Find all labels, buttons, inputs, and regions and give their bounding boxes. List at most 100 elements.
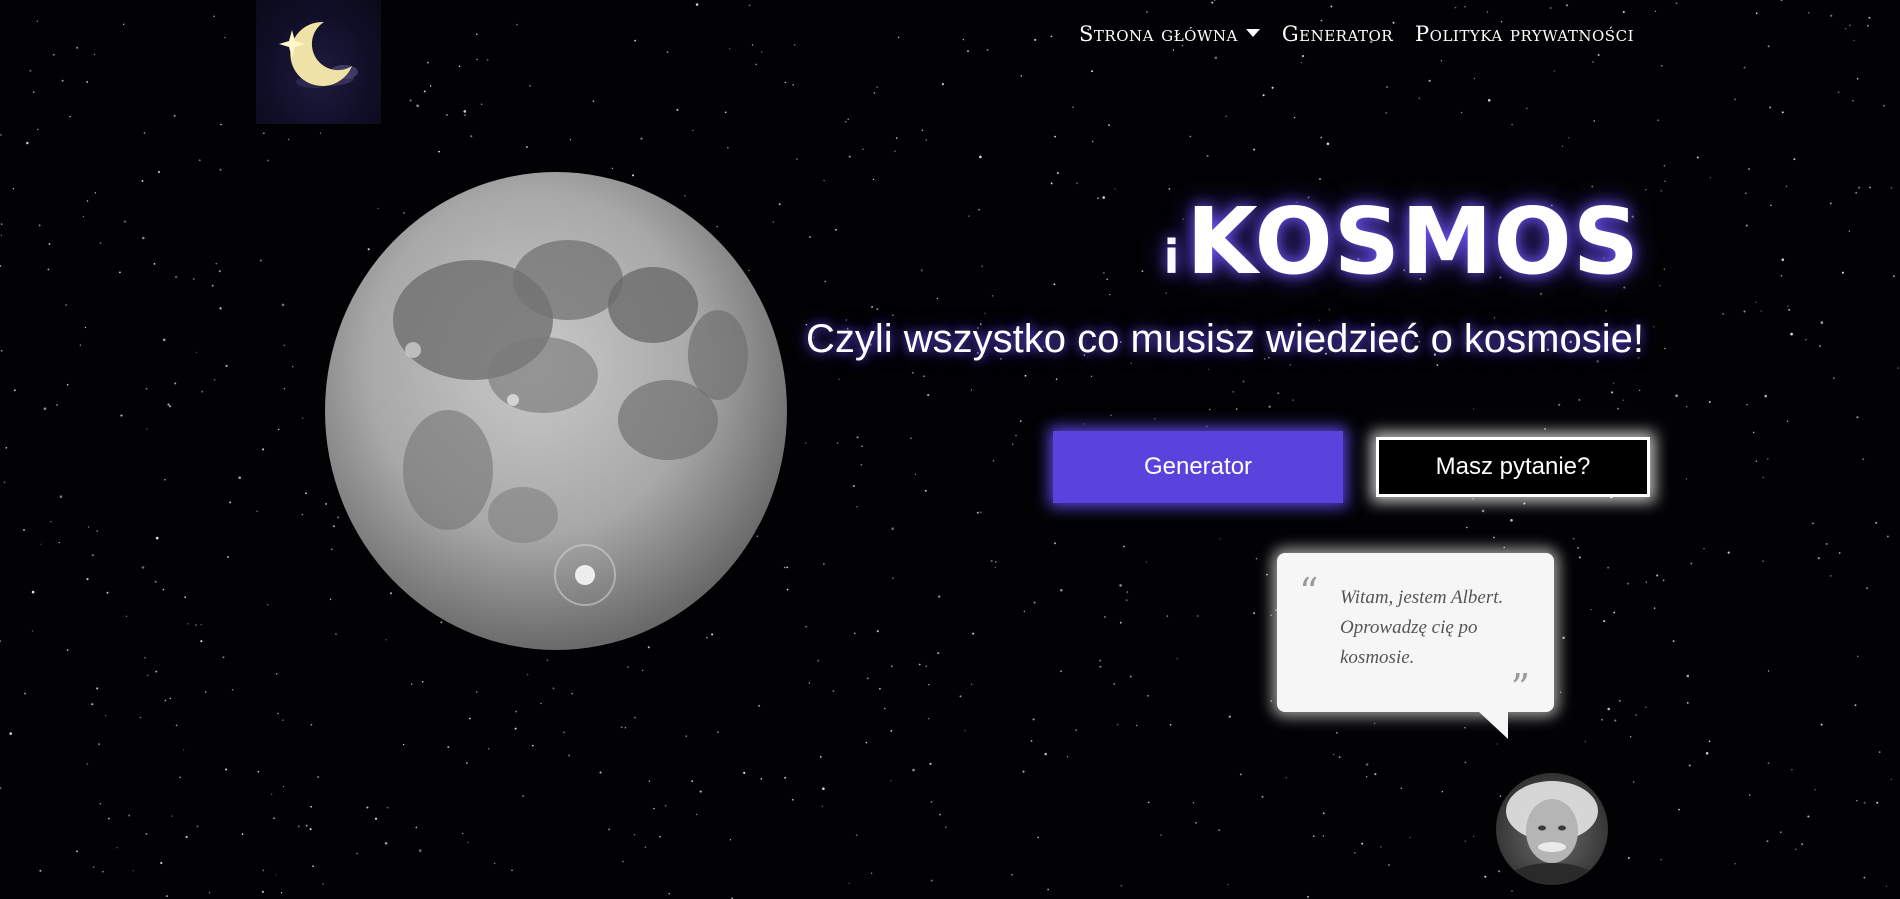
star (1685, 478, 1688, 480)
star (218, 270, 221, 273)
ask-question-button[interactable]: Masz pytanie? (1376, 437, 1650, 497)
star (82, 216, 85, 218)
star (1686, 406, 1688, 408)
generator-button[interactable]: Generator (1053, 431, 1343, 503)
star (277, 428, 280, 431)
star (146, 674, 149, 677)
chevron-down-icon[interactable] (1245, 28, 1260, 37)
star (386, 806, 389, 809)
star (1696, 156, 1699, 159)
star (261, 890, 264, 893)
star (979, 155, 982, 159)
star (516, 23, 518, 26)
star (29, 69, 32, 72)
star (1055, 378, 1058, 380)
star (1705, 752, 1709, 755)
star (1832, 377, 1835, 380)
speech-bubble-tail (1478, 711, 1508, 739)
star (447, 746, 450, 748)
star (446, 113, 448, 116)
star (469, 717, 471, 720)
star (312, 865, 314, 868)
star (1558, 403, 1561, 406)
star (1613, 611, 1616, 614)
star (1856, 799, 1858, 802)
star (1261, 795, 1264, 798)
star (979, 511, 982, 514)
star (823, 179, 825, 182)
nav-item-home[interactable]: Strona główna (1079, 22, 1260, 46)
star (1848, 230, 1851, 232)
star (174, 382, 177, 385)
star (805, 442, 807, 444)
star (1123, 545, 1125, 548)
star (185, 835, 188, 839)
star (1659, 285, 1661, 287)
star (873, 92, 876, 94)
star (1560, 691, 1562, 693)
star (94, 192, 97, 194)
star (32, 91, 35, 94)
star (937, 652, 940, 655)
star (168, 405, 172, 408)
star (967, 50, 969, 53)
star (1801, 843, 1804, 846)
star (154, 580, 157, 583)
star (66, 383, 69, 386)
star (1656, 574, 1659, 577)
star (1365, 763, 1369, 766)
star (13, 389, 16, 392)
star (101, 870, 104, 873)
star (1748, 168, 1750, 170)
star (1037, 836, 1039, 839)
avatar[interactable] (1496, 773, 1608, 885)
star (1663, 165, 1666, 167)
star (374, 817, 378, 820)
star (918, 663, 921, 666)
star (167, 403, 170, 406)
star (1686, 674, 1690, 678)
star (1678, 808, 1680, 811)
star (1253, 148, 1256, 151)
star (1590, 608, 1592, 611)
star (1165, 292, 1167, 294)
nav-item-generator[interactable]: Generator (1282, 22, 1393, 46)
star (822, 787, 825, 790)
star (1154, 417, 1156, 420)
star (0, 223, 3, 225)
star (1106, 278, 1108, 280)
star (1672, 640, 1675, 642)
star (522, 795, 524, 797)
star (164, 478, 166, 481)
star (860, 463, 863, 466)
star (695, 3, 699, 6)
star (1019, 420, 1022, 422)
crescent-moon-star-icon (279, 21, 358, 88)
star (208, 892, 211, 894)
star (1464, 726, 1466, 729)
star (1211, 1, 1214, 4)
star (282, 785, 285, 788)
star (1024, 374, 1027, 377)
star (1091, 140, 1094, 143)
star (959, 695, 962, 698)
star (1605, 310, 1607, 312)
star (196, 825, 199, 828)
star (0, 787, 2, 789)
star (717, 731, 719, 734)
star (1788, 309, 1790, 311)
star (1675, 394, 1678, 398)
star (76, 46, 79, 49)
star (1320, 136, 1323, 139)
star (1147, 801, 1150, 804)
star (310, 723, 313, 726)
star (1567, 136, 1570, 139)
nav-item-privacy[interactable]: Polityka prywatności (1415, 22, 1634, 46)
star (1572, 537, 1575, 540)
star (1780, 831, 1782, 833)
star (991, 295, 994, 297)
star (844, 120, 847, 123)
star (1023, 610, 1025, 613)
star (659, 835, 661, 838)
site-logo[interactable] (256, 0, 381, 124)
